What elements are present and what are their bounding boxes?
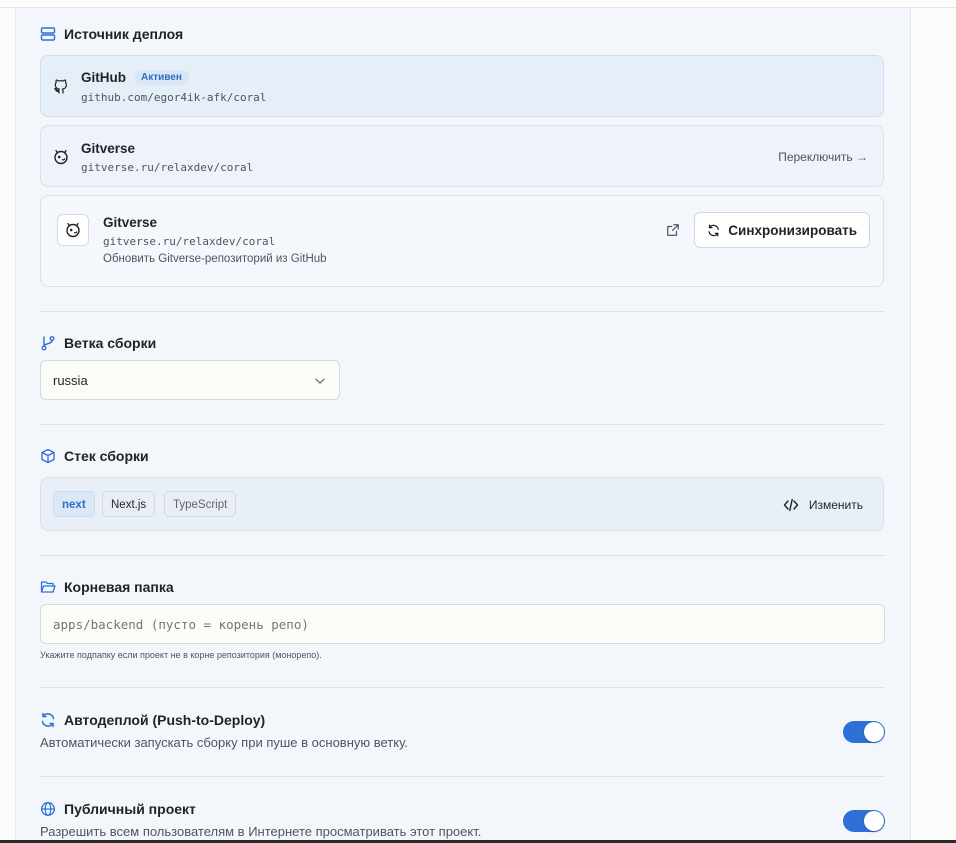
external-link-icon[interactable]	[666, 223, 680, 237]
autodeploy-description: Автоматически запускать сборку при пуше …	[40, 735, 408, 750]
server-icon	[40, 27, 56, 41]
stack-title: Стек сборки	[64, 448, 149, 464]
sync-repo-url: gitverse.ru/relaxdev/coral	[103, 235, 276, 248]
root-folder-title: Корневая папка	[64, 579, 174, 595]
git-branch-icon	[41, 336, 55, 351]
stack-card: next Next.js TypeScript Изменить	[40, 477, 884, 531]
chevron-down-icon	[315, 378, 325, 384]
sync-provider-name: Gitverse	[103, 215, 158, 230]
autodeploy-heading: Автодеплой (Push-to-Deploy)	[40, 712, 265, 728]
switch-repo-link[interactable]: Переключить →	[778, 150, 868, 164]
package-icon	[41, 448, 55, 464]
sync-button-label: Синхронизировать	[728, 222, 857, 238]
root-folder-input[interactable]	[40, 604, 885, 644]
folder-open-icon	[40, 581, 56, 593]
gitverse-icon	[66, 222, 80, 238]
edit-stack-label: Изменить	[808, 498, 863, 512]
stack-tag: next	[53, 491, 95, 517]
gitverse-logo-box	[57, 214, 89, 246]
gitverse-icon	[54, 149, 68, 165]
divider	[40, 687, 885, 688]
branch-select-value: russia	[53, 373, 88, 388]
sync-button[interactable]: Синхронизировать	[694, 212, 870, 248]
stack-tag: TypeScript	[164, 491, 237, 517]
stack-tag: Next.js	[102, 491, 156, 517]
refresh-icon	[41, 712, 55, 728]
autodeploy-title: Автодеплой (Push-to-Deploy)	[64, 712, 266, 728]
repo-card-github[interactable]: GitHub Активен github.com/egor4ik-afk/co…	[40, 55, 884, 117]
repo-url: gitverse.ru/relaxdev/coral	[81, 161, 254, 174]
sync-card: Gitverse gitverse.ru/relaxdev/coral Обно…	[40, 195, 884, 287]
divider	[40, 311, 885, 312]
stack-heading: Стек сборки	[40, 448, 149, 464]
branch-title: Ветка сборки	[64, 335, 157, 351]
divider	[40, 555, 885, 556]
repo-provider-name: Gitverse	[81, 141, 136, 156]
toggle-knob	[864, 722, 884, 742]
root-folder-heading: Корневая папка	[40, 579, 174, 595]
autodeploy-toggle[interactable]	[843, 721, 885, 743]
sync-description: Обновить Gitverse-репозиторий из GitHub	[103, 253, 327, 265]
branch-heading: Ветка сборки	[40, 335, 156, 351]
repo-provider-name: GitHub	[81, 70, 126, 85]
public-project-toggle[interactable]	[843, 810, 885, 832]
code-icon	[783, 498, 799, 512]
divider	[40, 776, 885, 777]
github-icon	[54, 79, 67, 94]
root-folder-hint: Укажите подпапку если проект не в корне …	[40, 650, 322, 660]
divider	[40, 424, 885, 425]
branch-select[interactable]: russia	[40, 360, 340, 400]
repo-url: github.com/egor4ik-afk/coral	[81, 91, 267, 104]
repo-card-gitverse[interactable]: Gitverse gitverse.ru/relaxdev/coral Пере…	[40, 125, 884, 187]
deploy-source-heading: Источник деплоя	[40, 26, 183, 42]
deploy-source-title: Источник деплоя	[64, 26, 184, 42]
public-project-description: Разрешить всем пользователям в Интернете…	[40, 824, 482, 839]
refresh-icon	[708, 223, 719, 237]
public-project-heading: Публичный проект	[40, 801, 196, 817]
globe-icon	[41, 802, 55, 816]
edit-stack-button[interactable]: Изменить	[783, 497, 863, 513]
public-project-title: Публичный проект	[64, 801, 196, 817]
active-badge: Активен	[134, 70, 189, 85]
toggle-knob	[864, 811, 884, 831]
